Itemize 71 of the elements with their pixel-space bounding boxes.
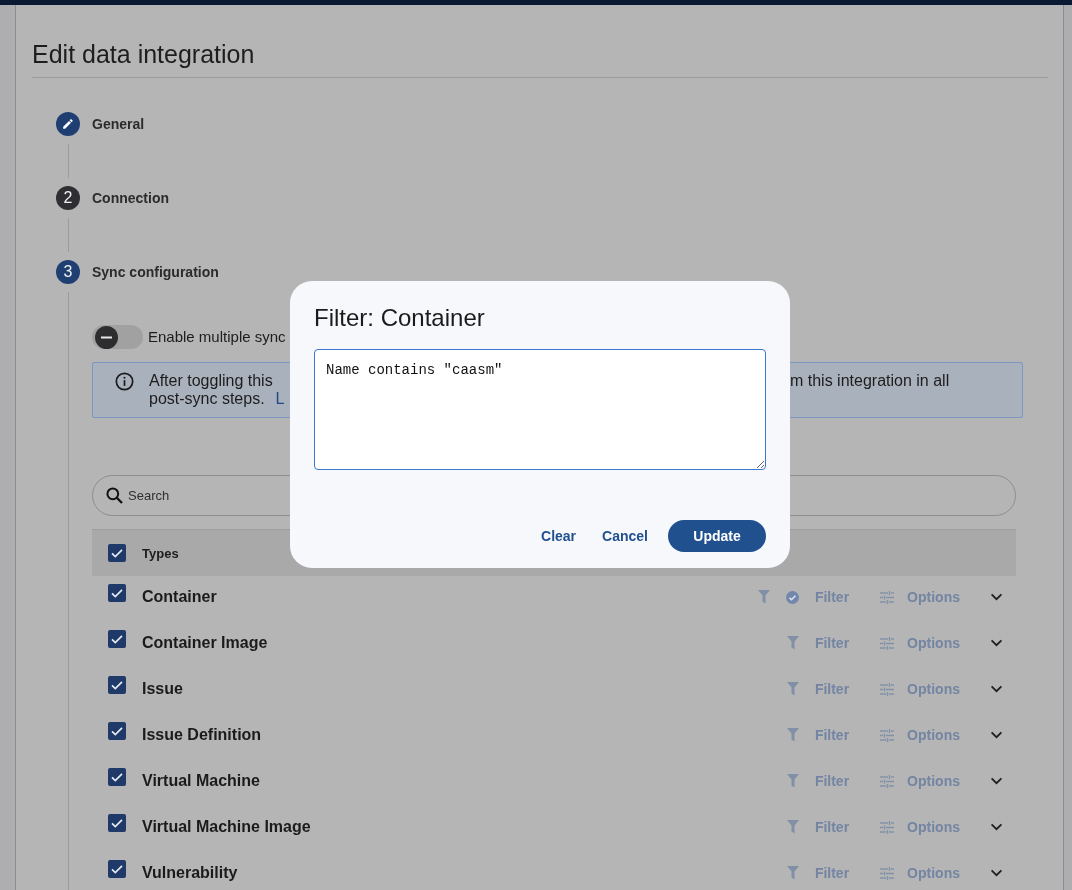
toggle-label: Enable multiple sync	[148, 328, 286, 346]
dialog-title: Filter: Container	[314, 304, 485, 332]
sliders-icon	[880, 590, 895, 604]
funnel-icon	[757, 590, 770, 604]
banner-text: m this integration in all	[790, 372, 950, 390]
options-button[interactable]: Options	[880, 773, 960, 789]
row-checkbox[interactable]	[108, 768, 126, 786]
funnel-icon	[786, 682, 799, 696]
options-button[interactable]: Options	[880, 681, 960, 697]
step-number: 3	[56, 260, 80, 284]
step-label: Sync configuration	[92, 263, 219, 281]
row-checkbox[interactable]	[108, 584, 126, 602]
sliders-icon	[880, 682, 895, 696]
sliders-icon	[880, 774, 895, 788]
filter-button[interactable]: Filter	[786, 819, 850, 835]
sliders-icon	[880, 728, 895, 742]
funnel-icon	[786, 774, 799, 788]
column-header: Types	[142, 545, 179, 561]
clear-button[interactable]: Clear	[541, 528, 577, 544]
options-button[interactable]: Options	[880, 635, 960, 651]
minus-icon	[95, 325, 118, 349]
sliders-icon	[880, 866, 895, 880]
options-button[interactable]: Options	[880, 727, 960, 743]
search-icon	[106, 487, 123, 504]
banner-link[interactable]: L	[275, 390, 285, 408]
cancel-button[interactable]: Cancel	[602, 528, 648, 544]
step-label: General	[92, 115, 145, 133]
row-checkbox[interactable]	[108, 630, 126, 648]
row-checkbox[interactable]	[108, 860, 126, 878]
update-button[interactable]: Update	[668, 520, 766, 552]
chevron-down-icon[interactable]	[990, 777, 1003, 785]
chevron-down-icon[interactable]	[990, 869, 1003, 877]
banner-text: post-sync steps.	[149, 390, 265, 408]
toggle-switch[interactable]	[92, 325, 143, 349]
filter-button[interactable]: Filter	[786, 865, 850, 881]
step-label: Connection	[92, 189, 169, 207]
info-icon	[115, 372, 134, 391]
filter-button[interactable]: Filter	[786, 727, 850, 743]
funnel-icon	[786, 728, 799, 742]
sliders-icon	[880, 636, 895, 650]
type-label: Container	[142, 587, 217, 607]
options-button[interactable]: Options	[880, 589, 960, 605]
filter-button[interactable]: Filter	[757, 589, 850, 605]
type-label: Issue Definition	[142, 725, 262, 745]
banner-text: After toggling this	[149, 372, 273, 390]
funnel-icon	[786, 636, 799, 650]
chevron-down-icon[interactable]	[990, 639, 1003, 647]
page-title: Edit data integration	[32, 39, 255, 69]
select-all-checkbox[interactable]	[108, 544, 126, 562]
filter-button[interactable]: Filter	[786, 635, 850, 651]
funnel-icon	[786, 820, 799, 834]
step-number: 2	[56, 186, 80, 210]
row-checkbox[interactable]	[108, 676, 126, 694]
chevron-down-icon[interactable]	[990, 823, 1003, 831]
chevron-down-icon[interactable]	[990, 593, 1003, 601]
options-button[interactable]: Options	[880, 865, 960, 881]
funnel-icon	[786, 866, 799, 880]
type-label: Vulnerability	[142, 863, 238, 883]
type-label: Container Image	[142, 633, 268, 653]
chevron-down-icon[interactable]	[990, 731, 1003, 739]
sliders-icon	[880, 820, 895, 834]
options-button[interactable]: Options	[880, 819, 960, 835]
type-label: Virtual Machine	[142, 771, 260, 791]
filter-button[interactable]: Filter	[786, 773, 850, 789]
filter-textarea[interactable]: Name contains "caasm"	[314, 349, 766, 470]
type-label: Virtual Machine Image	[142, 817, 311, 837]
type-label: Issue	[142, 679, 183, 699]
row-checkbox[interactable]	[108, 814, 126, 832]
row-checkbox[interactable]	[108, 722, 126, 740]
filter-button[interactable]: Filter	[786, 681, 850, 697]
chevron-down-icon[interactable]	[990, 685, 1003, 693]
